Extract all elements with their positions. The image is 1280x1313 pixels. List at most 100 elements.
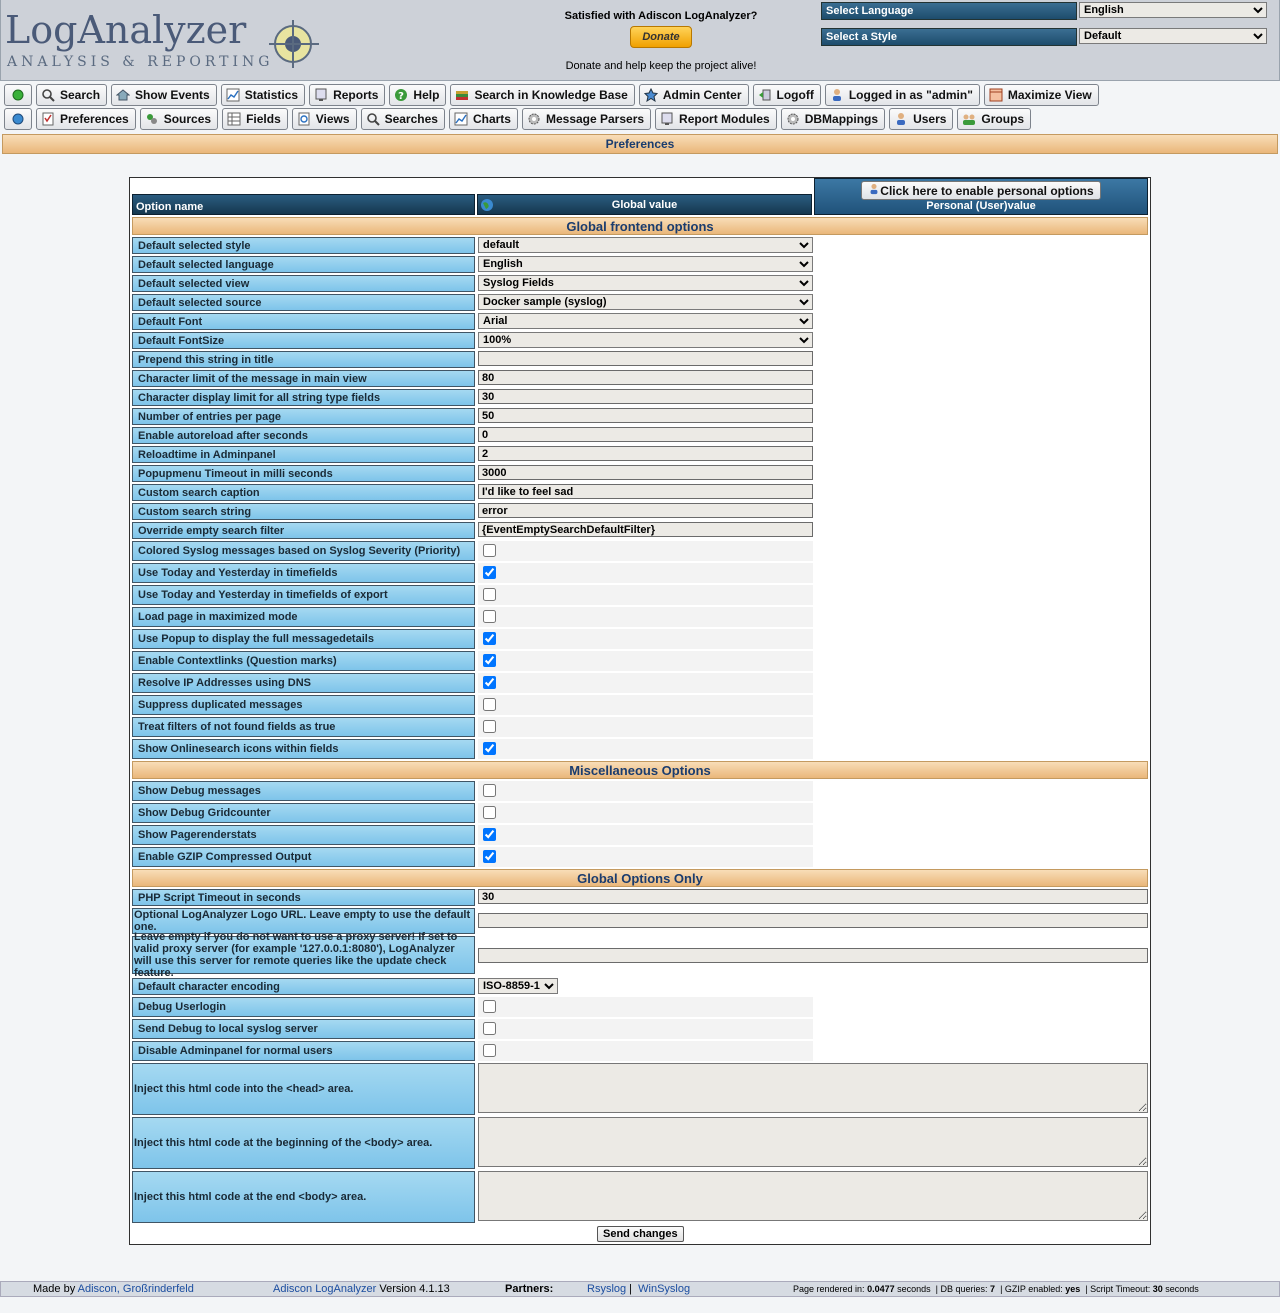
php-timeout-input[interactable] xyxy=(478,889,1148,904)
checkbox-cell xyxy=(478,1041,813,1061)
report-module-icon xyxy=(661,112,673,125)
default-view-select[interactable]: Syslog Fields xyxy=(478,275,813,291)
enable-personal-options-button[interactable]: Click here to enable personal options xyxy=(861,181,1101,200)
menu-dbmappings[interactable]: DBMappings xyxy=(780,108,886,130)
default-style-select[interactable]: default xyxy=(478,237,813,253)
autoreload-input[interactable] xyxy=(478,427,813,442)
fields-icon xyxy=(227,112,241,126)
default-source-select[interactable]: Docker sample (syslog) xyxy=(478,294,813,310)
option-checkbox[interactable] xyxy=(483,806,496,819)
menu-maximize-view[interactable]: Maximize View xyxy=(983,84,1099,106)
checkbox-cell xyxy=(478,825,813,845)
checkbox-row: Resolve IP Addresses using DNS xyxy=(132,673,1148,693)
option-label: Suppress duplicated messages xyxy=(132,695,475,715)
menu-show-events[interactable]: Show Events xyxy=(111,84,217,106)
option-checkbox[interactable] xyxy=(483,566,496,579)
partner-winsyslog-link[interactable]: WinSyslog xyxy=(638,1283,690,1295)
inject-body-begin-textarea[interactable] xyxy=(478,1117,1148,1167)
admin-menu: Preferences Sources Fields Views Searche… xyxy=(4,108,1032,130)
option-label: Load page in maximized mode xyxy=(132,607,475,627)
menu-statistics[interactable]: Statistics xyxy=(220,84,306,106)
option-checkbox[interactable] xyxy=(483,632,496,645)
option-checkbox[interactable] xyxy=(483,1000,496,1013)
made-by-link[interactable]: Adiscon, Großrinderfeld xyxy=(78,1283,194,1295)
option-checkbox[interactable] xyxy=(483,1022,496,1035)
menu-charts[interactable]: Charts xyxy=(448,108,518,130)
magnifier-icon xyxy=(42,89,55,102)
menu-preferences[interactable]: Preferences xyxy=(36,108,136,130)
menu-fields[interactable]: Fields xyxy=(222,108,288,130)
product-link[interactable]: Adiscon LogAnalyzer xyxy=(273,1283,376,1295)
option-label: Treat filters of not found fields as tru… xyxy=(132,717,475,737)
home-button[interactable] xyxy=(4,84,32,106)
section-global-only: Global Options Only xyxy=(132,869,1148,887)
option-checkbox[interactable] xyxy=(483,544,496,557)
option-checkbox[interactable] xyxy=(483,850,496,863)
menu-users[interactable]: Users xyxy=(889,108,954,130)
blue-dot-icon xyxy=(12,113,24,125)
donate-footer: Donate and help keep the project alive! xyxy=(565,60,757,72)
charlimit-input[interactable] xyxy=(478,370,813,385)
option-checkbox[interactable] xyxy=(483,610,496,623)
logo-url-input[interactable] xyxy=(478,913,1148,928)
inject-head-textarea[interactable] xyxy=(478,1063,1148,1113)
menu-views[interactable]: Views xyxy=(291,108,357,130)
option-checkbox[interactable] xyxy=(483,742,496,755)
menu-reports[interactable]: Reports xyxy=(309,84,386,106)
default-font-select[interactable]: Arial xyxy=(478,313,813,329)
menu-admin-center[interactable]: Admin Center xyxy=(638,84,749,106)
inject-body-end-textarea[interactable] xyxy=(478,1171,1148,1221)
option-checkbox[interactable] xyxy=(483,676,496,689)
donate-button[interactable]: Donate xyxy=(630,26,692,48)
prepend-title-input[interactable] xyxy=(478,351,813,366)
checkbox-row: Load page in maximized mode xyxy=(132,607,1148,627)
option-row: Leave empty if you do not want to use a … xyxy=(132,931,1148,979)
style-label: Select a Style xyxy=(821,28,1077,46)
entries-per-page-input[interactable] xyxy=(478,408,813,423)
empty-filter-input[interactable] xyxy=(478,522,813,537)
option-checkbox[interactable] xyxy=(483,720,496,733)
menu-searches[interactable]: Searches xyxy=(360,108,445,130)
menu-report-modules[interactable]: Report Modules xyxy=(655,108,777,130)
encoding-select[interactable]: ISO-8859-1 xyxy=(478,978,558,994)
default-language-select[interactable]: English xyxy=(478,256,813,272)
option-label: Enable Contextlinks (Question marks) xyxy=(132,651,475,671)
option-label: Default character encoding xyxy=(132,978,475,995)
style-select[interactable]: Default xyxy=(1079,28,1267,44)
option-checkbox[interactable] xyxy=(483,698,496,711)
option-label: Character limit of the message in main v… xyxy=(132,370,475,387)
reloadtime-input[interactable] xyxy=(478,446,813,461)
menu-groups[interactable]: Groups xyxy=(957,108,1032,130)
option-label: Popupmenu Timeout in milli seconds xyxy=(132,465,475,482)
menu-message-parsers[interactable]: Message Parsers xyxy=(521,108,652,130)
option-row: Character display limit for all string t… xyxy=(132,389,1148,406)
strlimit-input[interactable] xyxy=(478,389,813,404)
donate-prompt: Satisfied with Adiscon LogAnalyzer? xyxy=(564,10,758,22)
menu-logged-in[interactable]: Logged in as "admin" xyxy=(824,84,980,106)
admin-home-button[interactable] xyxy=(4,108,32,130)
menu-knowledge-base[interactable]: Search in Knowledge Base xyxy=(450,84,635,106)
send-changes-button[interactable]: Send changes xyxy=(597,1226,684,1242)
user-icon xyxy=(870,183,878,195)
option-row: Default Font Arial xyxy=(132,313,1148,330)
proxy-input[interactable] xyxy=(478,948,1148,963)
checkbox-row: Use Today and Yesterday in timefields of… xyxy=(132,585,1148,605)
option-checkbox[interactable] xyxy=(483,588,496,601)
partner-rsyslog-link[interactable]: Rsyslog xyxy=(587,1283,626,1295)
option-checkbox[interactable] xyxy=(483,828,496,841)
option-checkbox[interactable] xyxy=(483,1044,496,1057)
option-label: Inject this html code into the <head> ar… xyxy=(132,1063,475,1115)
option-label: Default FontSize xyxy=(132,332,475,349)
language-select[interactable]: English xyxy=(1079,2,1267,18)
search-string-input[interactable] xyxy=(478,503,813,518)
menu-logoff[interactable]: Logoff xyxy=(752,84,821,106)
default-fontsize-select[interactable]: 100% xyxy=(478,332,813,348)
option-checkbox[interactable] xyxy=(483,784,496,797)
menu-help[interactable]: ? Help xyxy=(389,84,447,106)
logo[interactable]: LogAnalyzer ANALYSIS & REPORTING xyxy=(5,6,325,76)
search-caption-input[interactable] xyxy=(478,484,813,499)
menu-sources[interactable]: Sources xyxy=(139,108,219,130)
option-checkbox[interactable] xyxy=(483,654,496,667)
popup-timeout-input[interactable] xyxy=(478,465,813,480)
menu-search[interactable]: Search xyxy=(36,84,108,106)
